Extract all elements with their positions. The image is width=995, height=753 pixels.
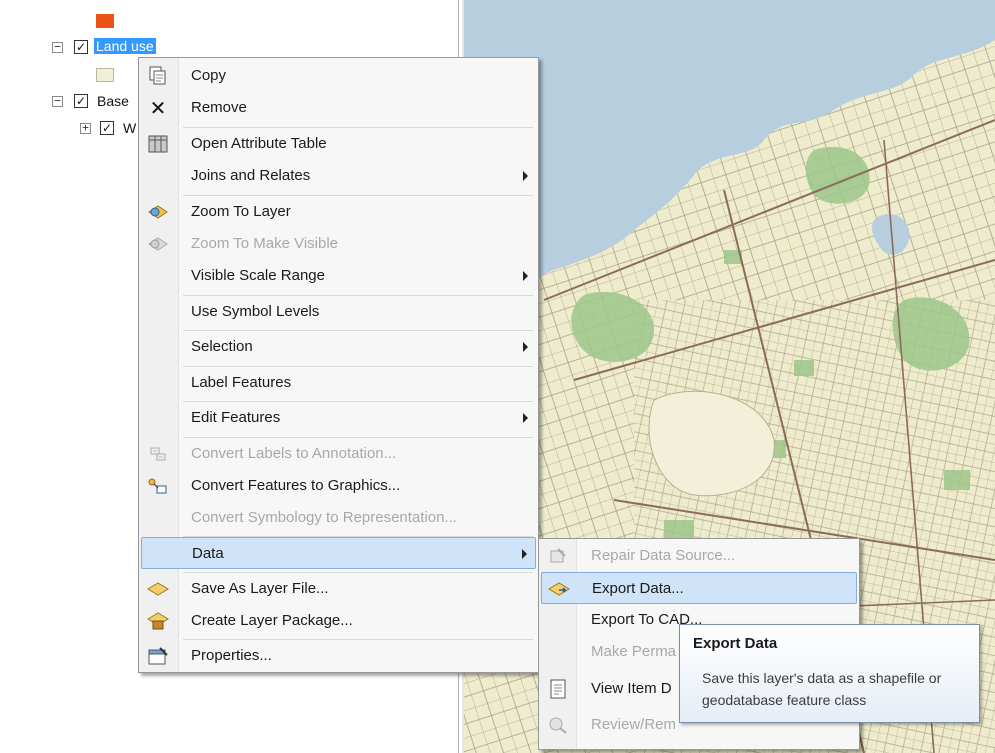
sublayer-visibility-checkbox[interactable]: ✓: [100, 121, 114, 135]
layer-package-icon: [147, 611, 169, 631]
menu-item-label: Selection: [191, 338, 253, 355]
menu-item-label: Properties...: [191, 647, 272, 664]
menu-item-label: Remove: [191, 99, 247, 116]
menu-item-label: Use Symbol Levels: [191, 303, 320, 320]
review-icon: [547, 715, 569, 735]
layer-context-menu: Copy ✕ Remove Open Attribute Table Joins…: [138, 57, 539, 673]
basemap-visibility-checkbox[interactable]: ✓: [74, 94, 88, 108]
menu-item-label: Convert Symbology to Representation...: [191, 509, 457, 526]
export-data-tooltip: Export Data Save this layer's data as a …: [679, 624, 980, 723]
submenu-item-label: Export Data...: [592, 580, 684, 597]
menu-item-label-features[interactable]: Label Features: [141, 367, 536, 399]
tooltip-title: Export Data: [693, 635, 778, 652]
convert-graphics-icon: [147, 476, 169, 496]
park-area: [944, 470, 970, 490]
menu-item-label: Convert Features to Graphics...: [191, 477, 401, 494]
menu-item-edit-features[interactable]: Edit Features: [141, 402, 536, 434]
menu-item-joins-and-relates[interactable]: Joins and Relates: [141, 160, 536, 192]
layer-name-basemap[interactable]: Base: [97, 93, 129, 109]
menu-item-label: Open Attribute Table: [191, 135, 327, 152]
zoom-visible-icon: [147, 234, 169, 254]
menu-item-label: Copy: [191, 67, 227, 84]
expand-sublayer-toggle[interactable]: +: [80, 122, 91, 134]
collapse-basemap-toggle[interactable]: −: [52, 95, 63, 107]
menu-item-label: Visible Scale Range: [191, 267, 325, 284]
properties-icon: [147, 646, 169, 666]
menu-item-open-attribute-table[interactable]: Open Attribute Table: [141, 128, 536, 160]
submenu-arrow-icon: [522, 549, 527, 559]
menu-item-save-as-layer-file[interactable]: Save As Layer File...: [141, 573, 536, 605]
menu-item-copy[interactable]: Copy: [141, 60, 536, 92]
menu-item-remove[interactable]: ✕ Remove: [141, 92, 536, 124]
submenu-item-label: Repair Data Source...: [591, 547, 736, 564]
submenu-item-repair-data-source[interactable]: Repair Data Source...: [541, 540, 857, 572]
submenu-item-label: Make Perma: [591, 643, 677, 660]
copy-icon: [147, 66, 169, 86]
layer-name-sublayer[interactable]: W: [123, 120, 136, 136]
submenu-item-export-data[interactable]: Export Data...: [541, 572, 857, 604]
menu-item-convert-features-to-graphics[interactable]: Convert Features to Graphics...: [141, 470, 536, 502]
park-area: [794, 360, 814, 376]
menu-item-label: Zoom To Make Visible: [191, 235, 339, 252]
land-use-symbol-swatch: [96, 68, 114, 82]
menu-item-properties[interactable]: Properties...: [141, 640, 536, 672]
menu-item-label: Zoom To Layer: [191, 203, 291, 220]
menu-item-label: Convert Labels to Annotation...: [191, 445, 397, 462]
menu-item-label: Joins and Relates: [191, 167, 311, 184]
menu-item-use-symbol-levels[interactable]: Use Symbol Levels: [141, 296, 536, 328]
menu-item-selection[interactable]: Selection: [141, 331, 536, 363]
collapse-land-use-toggle[interactable]: −: [52, 41, 63, 53]
menu-item-label: Data: [192, 545, 224, 562]
convert-labels-icon: [147, 444, 169, 464]
submenu-item-label: View Item D: [591, 680, 672, 697]
menu-item-create-layer-package[interactable]: Create Layer Package...: [141, 605, 536, 637]
menu-item-label: Create Layer Package...: [191, 612, 353, 629]
submenu-arrow-icon: [523, 413, 528, 423]
menu-item-convert-labels-to-annotation[interactable]: Convert Labels to Annotation...: [141, 438, 536, 470]
menu-item-label: Edit Features: [191, 409, 281, 426]
menu-item-convert-symbology-to-representation[interactable]: Convert Symbology to Representation...: [141, 502, 536, 534]
land-use-symbol-swatch-top: [96, 14, 114, 28]
layer-file-icon: [147, 579, 169, 599]
export-data-icon: [548, 579, 570, 599]
zoom-to-layer-icon: [147, 202, 169, 222]
menu-item-zoom-to-layer[interactable]: Zoom To Layer: [141, 196, 536, 228]
layer-name-land-use[interactable]: Land use: [94, 38, 156, 54]
tooltip-description: Save this layer's data as a shapefile or…: [702, 670, 942, 708]
menu-item-label: Save As Layer File...: [191, 580, 329, 597]
submenu-arrow-icon: [523, 271, 528, 281]
menu-item-label: Label Features: [191, 374, 292, 391]
submenu-arrow-icon: [523, 171, 528, 181]
remove-x-icon: ✕: [149, 97, 167, 120]
repair-data-source-icon: [547, 546, 569, 566]
menu-item-data[interactable]: Data: [141, 537, 536, 569]
table-icon: [147, 134, 169, 154]
item-description-icon: [547, 679, 569, 699]
submenu-arrow-icon: [523, 342, 528, 352]
menu-item-zoom-to-make-visible[interactable]: Zoom To Make Visible: [141, 228, 536, 260]
land-use-visibility-checkbox[interactable]: ✓: [74, 40, 88, 54]
submenu-item-label: Review/Rem: [591, 716, 677, 733]
menu-item-visible-scale-range[interactable]: Visible Scale Range: [141, 260, 536, 292]
